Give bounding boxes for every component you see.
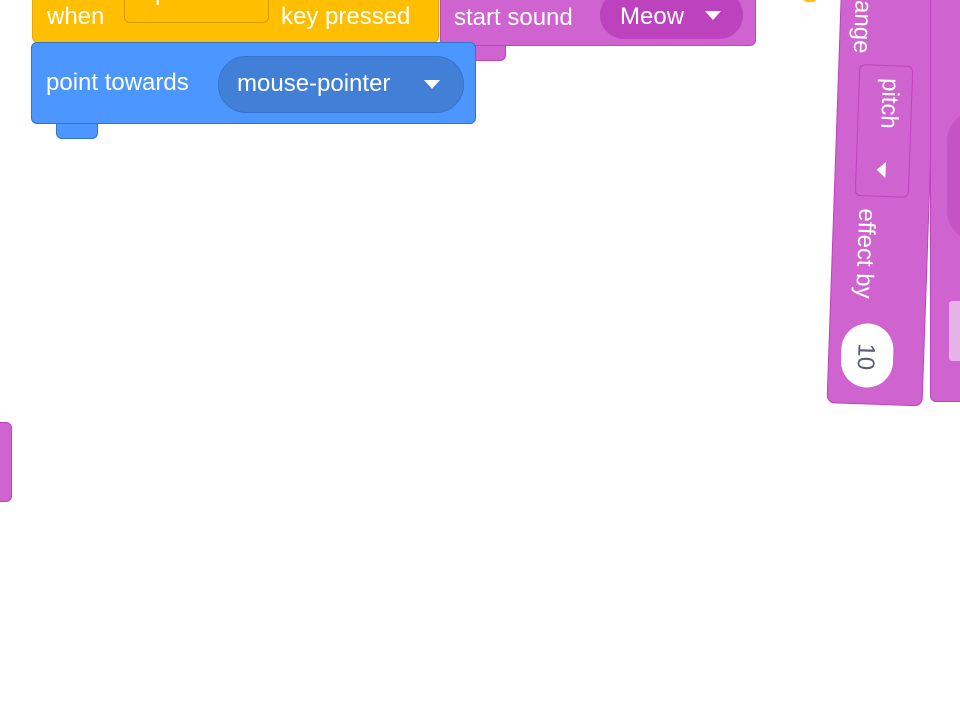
effect-value: 10 — [851, 342, 880, 371]
chevron-down-icon — [876, 161, 886, 179]
partial-label — [949, 301, 960, 361]
target-dropdown[interactable]: mouse-pointer — [218, 56, 464, 113]
partial-sound-block-right[interactable] — [930, 0, 960, 402]
chevron-down-icon — [705, 11, 721, 20]
key-dropdown-value: space — [143, 0, 207, 5]
effect-dropdown[interactable]: pitch — [854, 64, 914, 198]
start-sound-block[interactable]: start sound Meow — [440, 0, 756, 61]
effect-by-label: effect by — [850, 207, 881, 300]
sound-dropdown[interactable]: Meow — [600, 0, 743, 39]
partial-reporter-slot[interactable] — [947, 111, 960, 241]
start-sound-label: start sound — [454, 4, 573, 31]
key-dropdown[interactable]: space — [124, 0, 269, 23]
partial-event-block[interactable] — [802, 0, 818, 2]
block-notch — [56, 124, 98, 139]
target-dropdown-value: mouse-pointer — [237, 70, 391, 97]
key-pressed-label: key pressed — [281, 3, 411, 30]
point-towards-label: point towards — [46, 69, 189, 96]
when-label: when — [47, 3, 105, 30]
chevron-down-icon — [424, 80, 440, 89]
point-towards-block[interactable]: point towards mouse-pointer — [31, 42, 476, 139]
change-label: ange — [847, 0, 877, 54]
sound-dropdown-value: Meow — [620, 3, 685, 30]
partial-sound-block[interactable] — [0, 422, 12, 502]
change-effect-block[interactable]: ange pitch effect by 10 — [826, 0, 938, 407]
effect-dropdown-value: pitch — [875, 77, 904, 130]
effect-value-input[interactable]: 10 — [840, 322, 895, 389]
when-key-pressed-block[interactable]: when space key pressed — [32, 0, 439, 58]
